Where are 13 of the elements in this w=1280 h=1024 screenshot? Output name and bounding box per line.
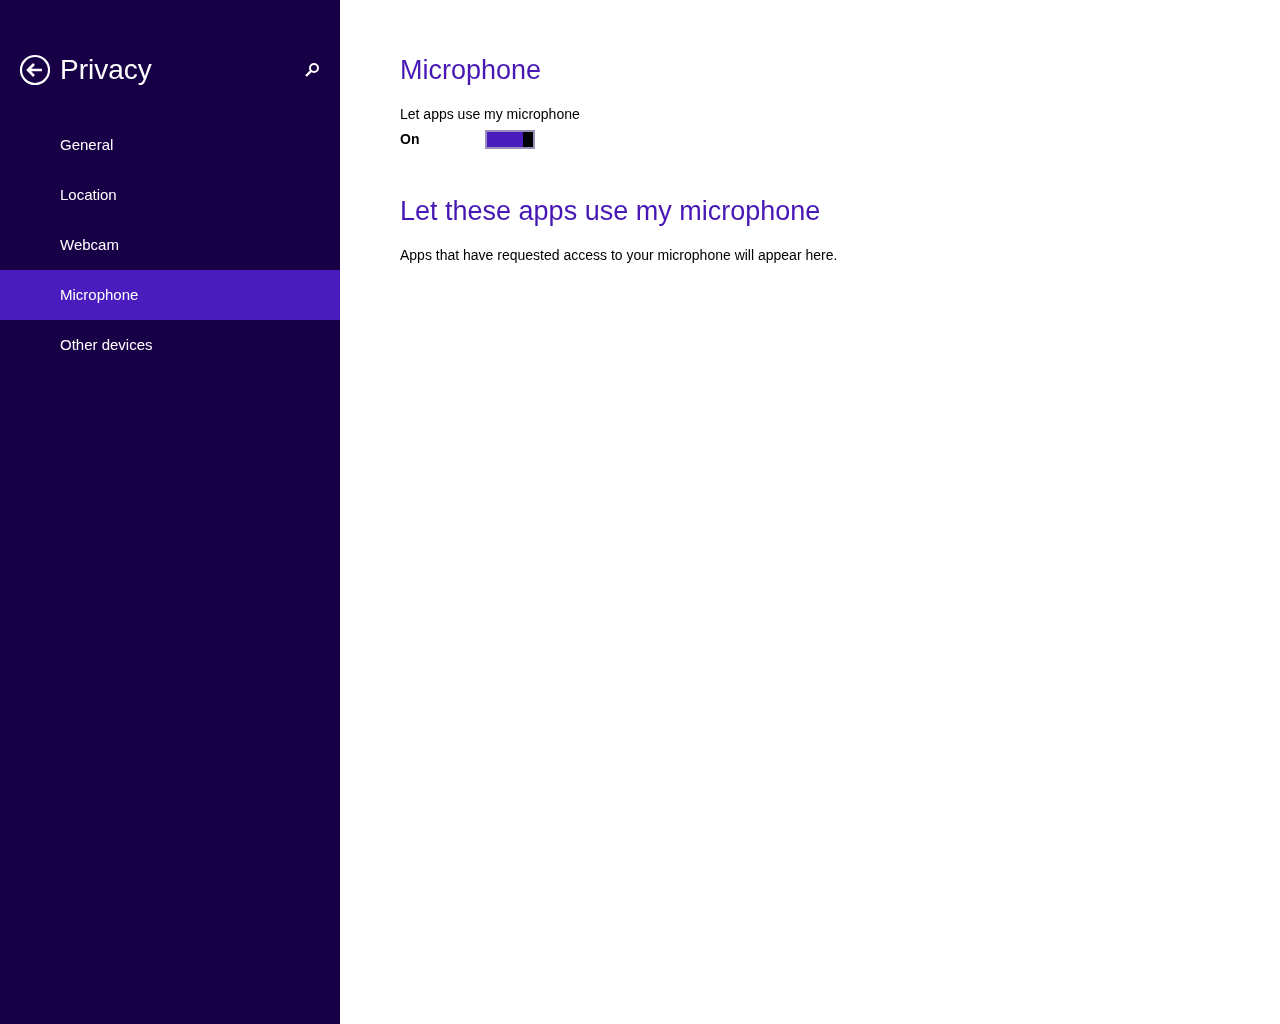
nav-item[interactable]: Location — [0, 170, 340, 220]
sidebar-title: Privacy — [60, 53, 153, 87]
nav-item[interactable]: Microphone — [0, 270, 340, 320]
nav-item[interactable]: Other devices — [0, 320, 340, 370]
section-heading: Let these apps use my microphone — [400, 195, 822, 228]
nav-item[interactable]: General — [0, 120, 340, 170]
nav-item[interactable]: Webcam — [0, 220, 340, 270]
toggle-label: Let apps use my microphone — [400, 105, 581, 123]
back-button[interactable] — [19, 54, 51, 86]
section-heading: Microphone — [400, 54, 543, 87]
toggle-state-text: On — [400, 129, 421, 149]
info-text: Apps that have requested access to your microphone will appear here. — [400, 246, 839, 265]
toggle-switch[interactable] — [485, 129, 535, 149]
